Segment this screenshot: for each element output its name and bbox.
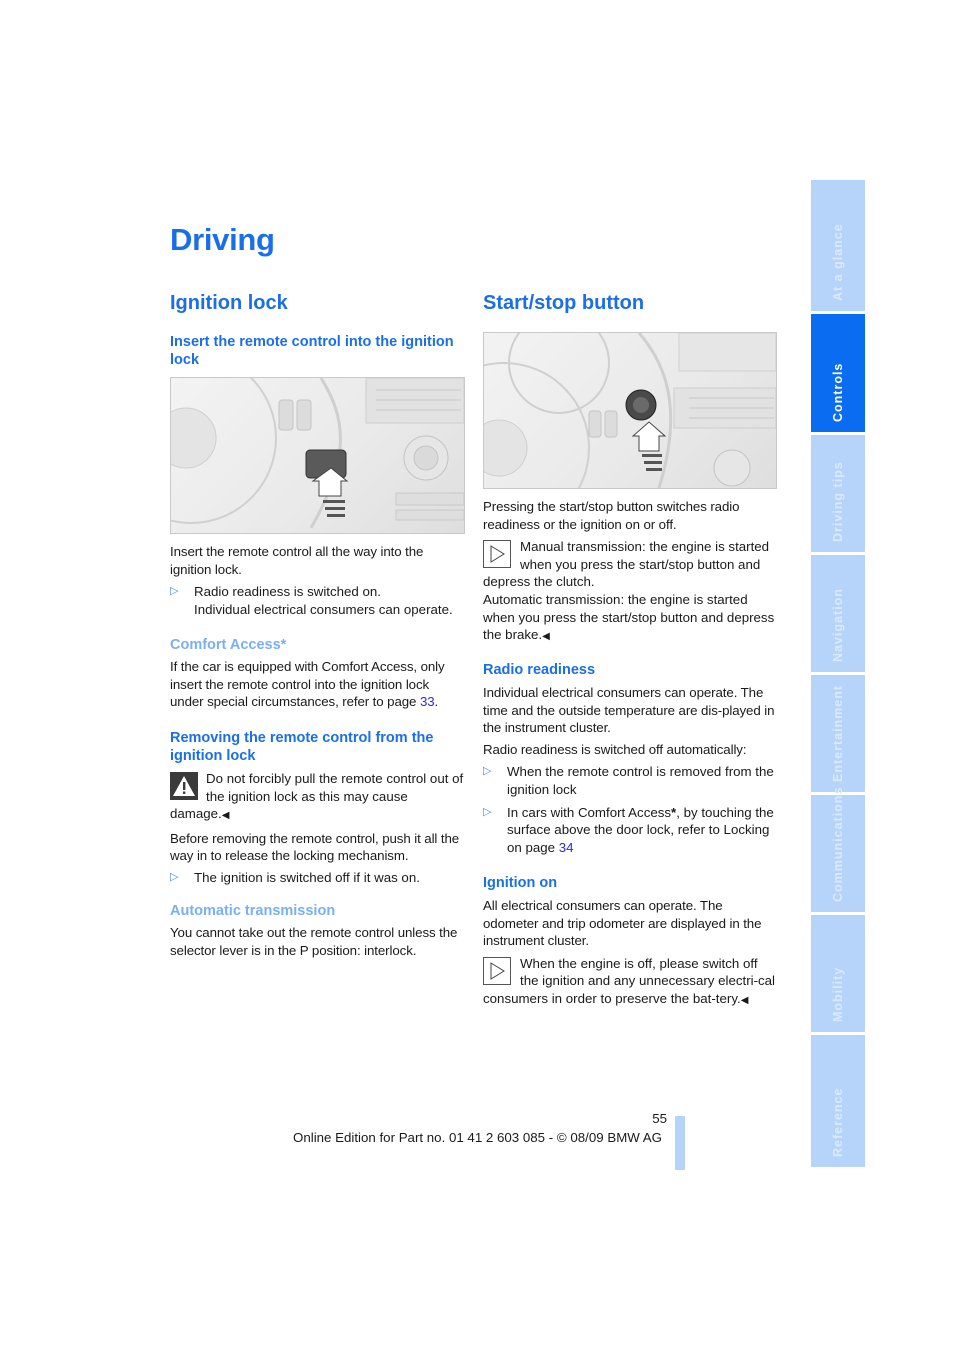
section-heading-ignition-lock: Ignition lock <box>170 292 288 314</box>
note-triangle-icon <box>483 956 511 985</box>
bullet-triangle-icon: ▷ <box>170 870 179 883</box>
subheading-removing-remote: Removing the remote control from the ign… <box>170 730 434 764</box>
warning-block: Do not forcibly pull the remote control … <box>170 770 466 825</box>
end-mark-icon: ◀ <box>542 631 550 643</box>
page-number: 55 <box>652 1111 667 1126</box>
tab-label: Controls <box>831 362 845 422</box>
list-item: ▷ Radio readiness is switched on. Indivi… <box>170 583 466 618</box>
comfort-text: If the car is equipped with Comfort Acce… <box>170 659 445 710</box>
left-column: Ignition lock <box>170 292 466 315</box>
note-text-battery: When the engine is off, please switch of… <box>483 955 776 1006</box>
radio-off-paragraph: Radio readiness is switched off automati… <box>483 741 747 757</box>
tab-label: At a glance <box>831 223 845 301</box>
warning-text: Do not forcibly pull the remote control … <box>170 771 464 822</box>
start-stop-illustration <box>484 333 776 488</box>
bullet-text: In cars with Comfort Access*, by touchin… <box>507 804 779 857</box>
subheading-insert-remote: Insert the remote control into the ignit… <box>170 334 454 368</box>
comfort-access-paragraph: If the car is equipped with Comfort Acce… <box>170 658 466 711</box>
end-mark-icon: ◀ <box>740 994 749 1006</box>
note-text-automatic-wrap: Automatic transmission: the engine is st… <box>483 591 779 646</box>
warning-icon <box>170 772 198 800</box>
bullet-text: The ignition is switched off if it was o… <box>194 869 420 885</box>
section-heading-start-stop: Start/stop button <box>483 292 645 314</box>
bullet-triangle-icon: ▷ <box>483 765 492 778</box>
tab-label: Mobility <box>831 966 845 1022</box>
list-item: ▷ In cars with Comfort Access*, by touch… <box>483 804 779 857</box>
note-block: Manual transmission: the engine is start… <box>483 538 779 646</box>
ignition-lock-illustration <box>171 378 464 529</box>
tab-label: Communications <box>831 786 845 902</box>
tab-communications[interactable]: Communications <box>811 787 865 912</box>
end-mark-icon: ◀ <box>221 810 230 822</box>
period: . <box>434 694 439 710</box>
automatic-paragraph: You cannot take out the remote control u… <box>170 925 458 958</box>
subheading-automatic-transmission: Automatic transmission <box>170 903 336 919</box>
tab-reference[interactable]: Reference <box>811 1035 865 1167</box>
start-stop-intro: Pressing the start/stop button switches … <box>483 499 740 532</box>
note-text-automatic: Automatic transmission: the engine is st… <box>483 591 775 643</box>
subheading-radio-readiness: Radio readiness <box>483 662 596 678</box>
note-text-manual: Manual transmission: the engine is start… <box>483 539 770 590</box>
list-item: ▷ When the remote control is removed fro… <box>483 763 779 798</box>
tab-label: Entertainment <box>831 684 845 782</box>
tab-navigation[interactable]: Navigation <box>811 555 865 672</box>
tab-label: Navigation <box>831 588 845 662</box>
bullet-triangle-icon: ▷ <box>170 585 179 598</box>
bullet-triangle-icon: ▷ <box>483 805 492 818</box>
bullet-text: Individual electrical consumers can oper… <box>194 601 453 617</box>
bullet-text: When the remote control is removed from … <box>507 764 774 797</box>
tab-label: Driving tips <box>831 461 845 542</box>
page-link-33[interactable]: 33 <box>420 694 435 709</box>
bullet-text-part: In cars with Comfort Access <box>507 804 672 820</box>
ignition-on-paragraph: All electrical consumers can operate. Th… <box>483 898 762 949</box>
page-link-34[interactable]: 34 <box>559 840 574 855</box>
tab-label: Reference <box>831 1087 845 1157</box>
subheading-ignition-on: Ignition on <box>483 875 558 891</box>
note-block: When the engine is off, please switch of… <box>483 955 779 1010</box>
bullet-text: Radio readiness is switched on. <box>194 584 381 600</box>
tab-driving-tips[interactable]: Driving tips <box>811 435 865 552</box>
note-triangle-icon <box>483 540 511 569</box>
page-title: Driving <box>170 222 275 257</box>
tab-controls[interactable]: Controls <box>811 314 865 432</box>
tab-at-a-glance[interactable]: At a glance <box>811 180 865 311</box>
subheading-comfort-access: Comfort Access* <box>170 637 287 653</box>
start-stop-figure <box>483 332 777 489</box>
list-item: ▷ The ignition is switched off if it was… <box>170 869 466 887</box>
removing-paragraph: Before removing the remote control, push… <box>170 830 460 864</box>
footer-marker-bar <box>675 1116 685 1170</box>
radio-readiness-paragraph: Individual electrical consumers can oper… <box>483 685 775 736</box>
insert-paragraph: Insert the remote control all the way in… <box>170 544 424 577</box>
tab-mobility[interactable]: Mobility <box>811 915 865 1032</box>
footer-text: Online Edition for Part no. 01 41 2 603 … <box>293 1130 663 1145</box>
tab-entertainment[interactable]: Entertainment <box>811 675 865 792</box>
ignition-lock-figure <box>170 377 465 534</box>
